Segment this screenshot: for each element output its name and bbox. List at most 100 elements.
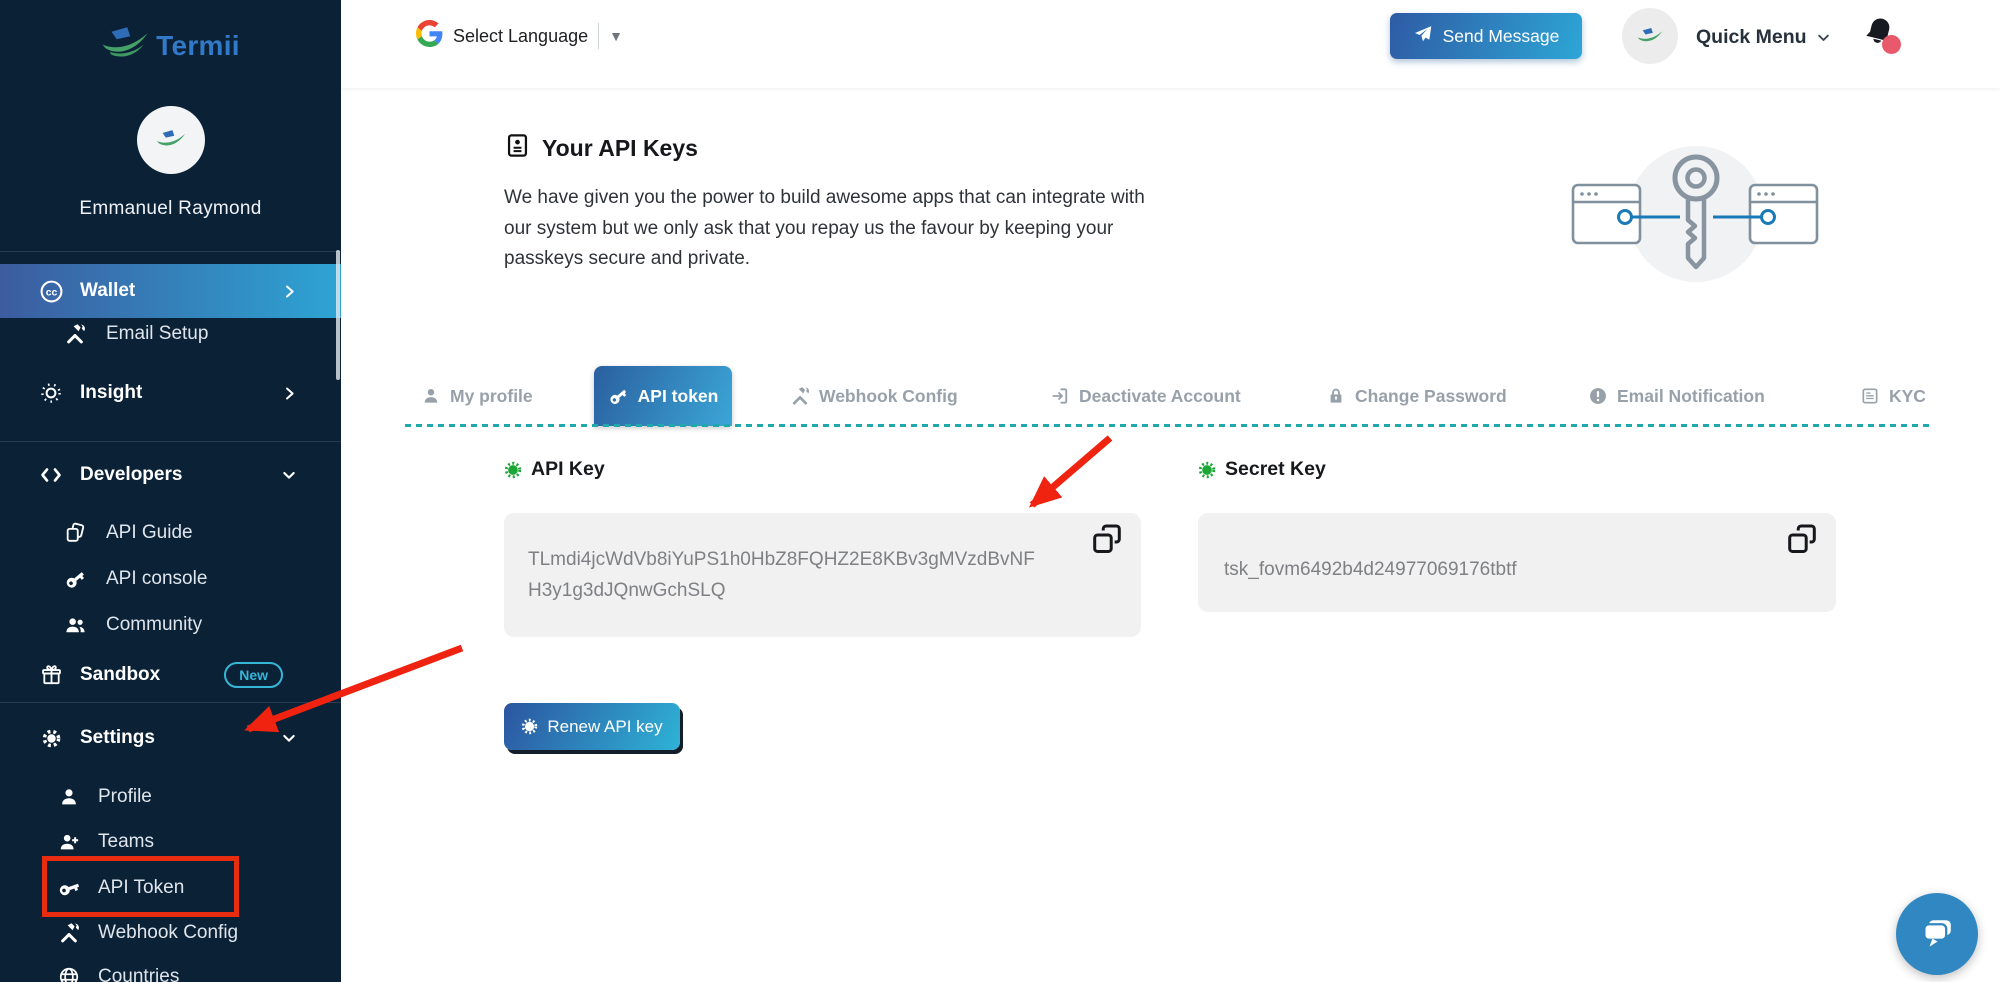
tab-label: Deactivate Account: [1079, 386, 1241, 407]
sidebar-item-label: Insight: [80, 382, 142, 404]
sidebar-item-label: Teams: [98, 831, 154, 853]
sidebar-item-profile[interactable]: Profile: [0, 774, 341, 820]
sidebar: Termii Emmanuel Raymond cc Wallet: [0, 0, 341, 982]
sidebar-item-label: Developers: [80, 464, 182, 486]
sidebar-item-developers[interactable]: Developers: [0, 452, 341, 498]
dropdown-caret-icon: ▼: [609, 28, 623, 44]
sidebar-item-settings[interactable]: Settings: [0, 715, 341, 761]
tab-change-password[interactable]: Change Password: [1326, 366, 1507, 426]
logout-icon: [1050, 386, 1070, 406]
tools-icon: [62, 323, 88, 345]
copy-api-key-button[interactable]: [1087, 519, 1127, 559]
main-content: Your API Keys We have given you the powe…: [341, 88, 2000, 982]
alert-circle-icon: [1588, 386, 1608, 406]
sidebar-divider: [0, 702, 341, 703]
brand-name: Termii: [156, 30, 240, 62]
lock-icon: [1326, 386, 1346, 406]
sidebar-item-insight[interactable]: Insight: [0, 370, 341, 416]
key-icon: [608, 386, 629, 407]
required-burst-icon: [1198, 461, 1216, 479]
separator: [598, 23, 599, 49]
secret-key-label: Secret Key: [1225, 458, 1326, 481]
sidebar-item-label: Settings: [80, 727, 155, 749]
send-message-button[interactable]: Send Message: [1390, 13, 1582, 59]
sidebar-item-label: Community: [106, 614, 202, 636]
key-icon: [62, 568, 88, 591]
sidebar-item-label: Countries: [98, 966, 179, 982]
paper-plane-icon: [1413, 24, 1433, 49]
api-key-field: TLmdi4jcWdVb8iYuPS1h0HbZ8FQHZ2E8KBv3gMVz…: [504, 513, 1141, 637]
api-keys-illustration: [1561, 126, 1831, 303]
sidebar-item-label: API console: [106, 568, 207, 590]
secret-key-value: tsk_fovm6492b4d24977069176tbtf: [1224, 554, 1517, 585]
tab-webhook-config[interactable]: Webhook Config: [790, 366, 958, 426]
pages-icon: [62, 522, 88, 544]
copy-secret-key-button[interactable]: [1782, 519, 1822, 559]
user-name: Emmanuel Raymond: [0, 198, 341, 220]
renew-api-key-button[interactable]: Renew API key: [504, 703, 680, 750]
sidebar-item-label: Webhook Config: [98, 922, 238, 944]
sidebar-item-countries[interactable]: Countries: [0, 954, 341, 982]
quick-menu-avatar[interactable]: [1622, 8, 1678, 64]
tabs-divider: [405, 424, 1934, 427]
quick-menu-button[interactable]: Quick Menu: [1696, 22, 1831, 52]
person-icon: [421, 386, 441, 406]
language-selector[interactable]: Select Language ▼: [416, 18, 623, 54]
quick-menu-label: Quick Menu: [1696, 26, 1807, 49]
topbar: Select Language ▼ Send Message Quick Men…: [341, 0, 2000, 88]
sidebar-item-email-setup[interactable]: Email Setup: [0, 311, 341, 357]
globe-icon: [56, 966, 82, 982]
api-key-value: TLmdi4jcWdVb8iYuPS1h0HbZ8FQHZ2E8KBv3gMVz…: [528, 544, 1046, 606]
sidebar-item-label: Sandbox: [80, 664, 160, 686]
required-burst-icon: [504, 461, 522, 479]
page-title: Your API Keys: [542, 135, 698, 162]
wallet-coin-icon: cc: [38, 279, 64, 304]
new-badge: New: [224, 662, 283, 688]
chat-bubbles-icon: [1914, 911, 1960, 957]
id-card-icon: [504, 132, 531, 165]
sidebar-item-api-console[interactable]: API console: [0, 556, 341, 602]
chat-launcher-button[interactable]: [1896, 893, 1978, 975]
sidebar-item-wallet[interactable]: cc Wallet: [0, 264, 341, 318]
person-icon: [56, 786, 82, 808]
tools-icon: [790, 386, 810, 406]
secret-key-label-row: Secret Key: [1198, 458, 1326, 481]
page-description: We have given you the power to build awe…: [504, 183, 1169, 275]
sidebar-item-api-token[interactable]: API Token: [0, 865, 341, 911]
language-selector-label: Select Language: [453, 26, 588, 47]
notifications-button[interactable]: [1861, 14, 1901, 58]
sidebar-divider: [0, 251, 341, 252]
notification-dot: [1882, 35, 1901, 54]
user-avatar[interactable]: [137, 106, 205, 174]
brightness-icon: [38, 381, 64, 405]
sidebar-item-label: API Token: [98, 877, 184, 899]
tab-email-notification[interactable]: Email Notification: [1588, 366, 1765, 426]
chevron-down-icon: [281, 467, 297, 483]
person-plus-icon: [56, 831, 82, 853]
sidebar-scrollbar[interactable]: [336, 250, 340, 380]
sidebar-item-sandbox[interactable]: Sandbox New: [0, 652, 341, 698]
people-icon: [62, 614, 88, 637]
renew-api-key-label: Renew API key: [547, 717, 662, 737]
termii-bird-icon: [1637, 27, 1663, 46]
gear-icon: [38, 727, 64, 750]
sidebar-item-community[interactable]: Community: [0, 602, 341, 648]
tab-kyc[interactable]: KYC: [1860, 366, 1926, 426]
sidebar-item-api-guide[interactable]: API Guide: [0, 510, 341, 556]
send-message-label: Send Message: [1443, 26, 1560, 47]
copy-icon: [1089, 521, 1125, 557]
svg-text:cc: cc: [45, 287, 57, 298]
sidebar-item-teams[interactable]: Teams: [0, 819, 341, 865]
tab-api-token[interactable]: API token: [594, 366, 732, 426]
copy-icon: [1784, 521, 1820, 557]
code-icon: [38, 463, 64, 487]
burst-icon: [521, 718, 538, 735]
tab-label: KYC: [1889, 386, 1926, 407]
sidebar-item-webhook-config[interactable]: Webhook Config: [0, 910, 341, 956]
brand-logo[interactable]: Termii: [0, 26, 341, 65]
tools-icon: [56, 922, 82, 944]
tab-my-profile[interactable]: My profile: [421, 366, 533, 426]
chevron-down-icon: [281, 730, 297, 746]
kyc-card-icon: [1860, 386, 1880, 406]
tab-deactivate-account[interactable]: Deactivate Account: [1050, 366, 1241, 426]
